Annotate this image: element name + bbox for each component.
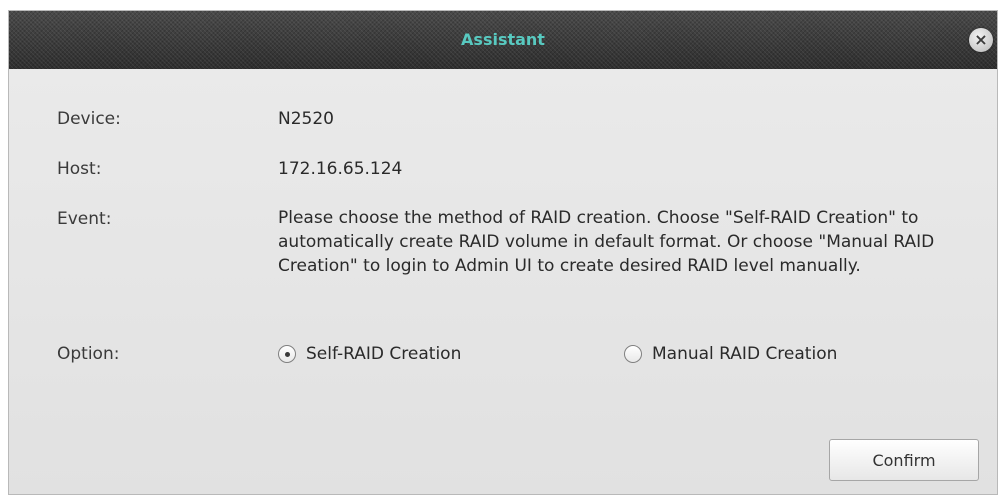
- close-icon: ×: [974, 30, 988, 49]
- self-raid-label: Self-RAID Creation: [306, 344, 462, 364]
- device-label: Device:: [57, 109, 121, 129]
- dialog-titlebar: Assistant ×: [9, 11, 997, 69]
- manual-raid-option[interactable]: Manual RAID Creation: [624, 344, 837, 364]
- host-value: 172.16.65.124: [278, 159, 403, 179]
- option-label: Option:: [57, 344, 120, 364]
- close-button[interactable]: ×: [969, 28, 993, 52]
- manual-raid-label: Manual RAID Creation: [652, 344, 838, 364]
- radio-unselected-icon[interactable]: [624, 345, 642, 363]
- confirm-button[interactable]: Confirm: [829, 439, 979, 481]
- event-message: Please choose the method of RAID creatio…: [278, 208, 935, 276]
- assistant-dialog: Assistant × Device: N2520 Host: 172.16.6…: [8, 10, 998, 495]
- event-label: Event:: [57, 209, 112, 229]
- device-value: N2520: [278, 109, 334, 129]
- host-label: Host:: [57, 159, 102, 179]
- radio-selected-icon[interactable]: [278, 345, 296, 363]
- dialog-title: Assistant: [461, 30, 545, 49]
- self-raid-option[interactable]: Self-RAID Creation: [278, 344, 461, 364]
